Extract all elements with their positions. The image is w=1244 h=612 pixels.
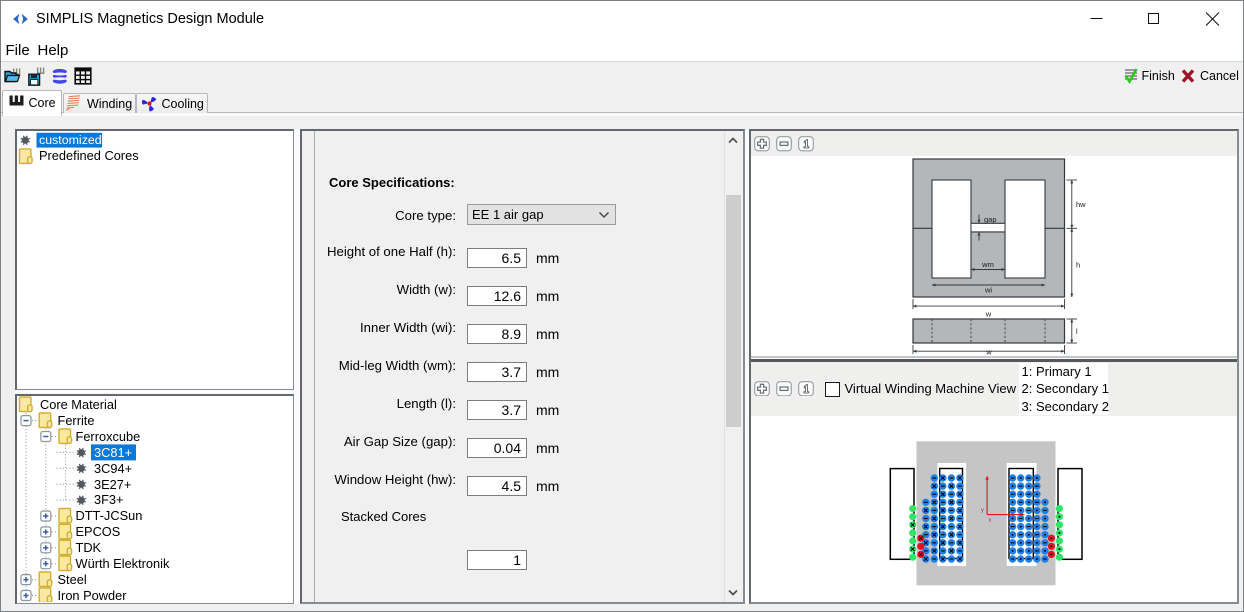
svg-text:wi: wi xyxy=(983,285,991,294)
svg-text:w: w xyxy=(985,347,992,356)
svg-text:gap: gap xyxy=(984,215,997,224)
svg-text:l: l xyxy=(1076,327,1078,336)
svg-text:y: y xyxy=(981,508,984,514)
svg-text:wm: wm xyxy=(981,259,994,268)
svg-text:w: w xyxy=(984,309,991,318)
svg-text:hw: hw xyxy=(1076,200,1086,209)
svg-text:h: h xyxy=(1076,260,1080,269)
svg-text:x: x xyxy=(988,518,991,524)
